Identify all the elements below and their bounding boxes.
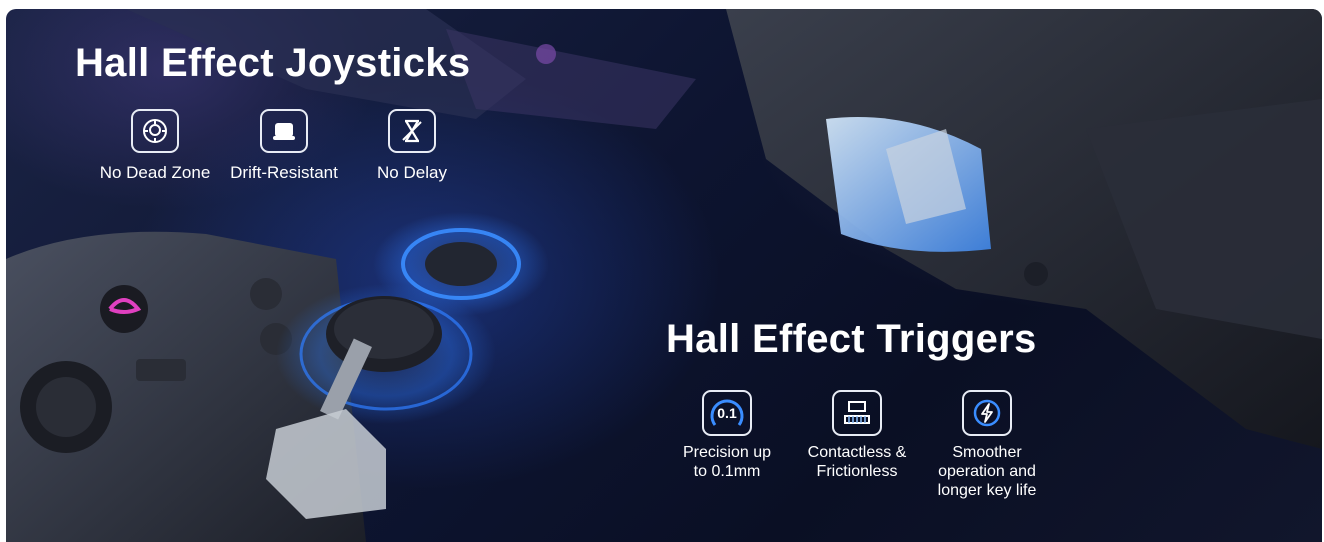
feature-no-delay: No Delay [347,109,477,182]
lightning-icon [962,390,1012,436]
precision-icon: 0.1 [702,390,752,436]
feature-drift-resistant: Drift-Resistant [219,109,349,182]
feature-label: Contactless & Frictionless [807,444,907,480]
feature-label: Drift-Resistant [230,163,338,182]
feature-contactless: Contactless & Frictionless [792,390,922,481]
feature-label: Smoother operation and longer key life [937,444,1037,499]
hero-banner: Hall Effect Joysticks No Dead Zone Drift… [6,9,1322,542]
feature-label: No Delay [377,163,447,182]
joysticks-title: Hall Effect Joysticks [75,41,471,85]
feature-label: Precision up to 0.1mm [682,444,772,480]
feature-no-dead-zone: No Dead Zone [90,109,220,182]
feature-label: No Dead Zone [99,163,211,182]
precision-icon-text: 0.1 [717,405,737,421]
triggers-title: Hall Effect Triggers [666,317,1037,361]
drift-resistant-icon [260,109,308,153]
no-delay-icon [388,109,436,153]
contactless-icon [832,390,882,436]
feature-smoother: Smoother operation and longer key life [922,390,1052,500]
feature-precision: 0.1 Precision up to 0.1mm [662,390,792,481]
dead-zone-icon [131,109,179,153]
